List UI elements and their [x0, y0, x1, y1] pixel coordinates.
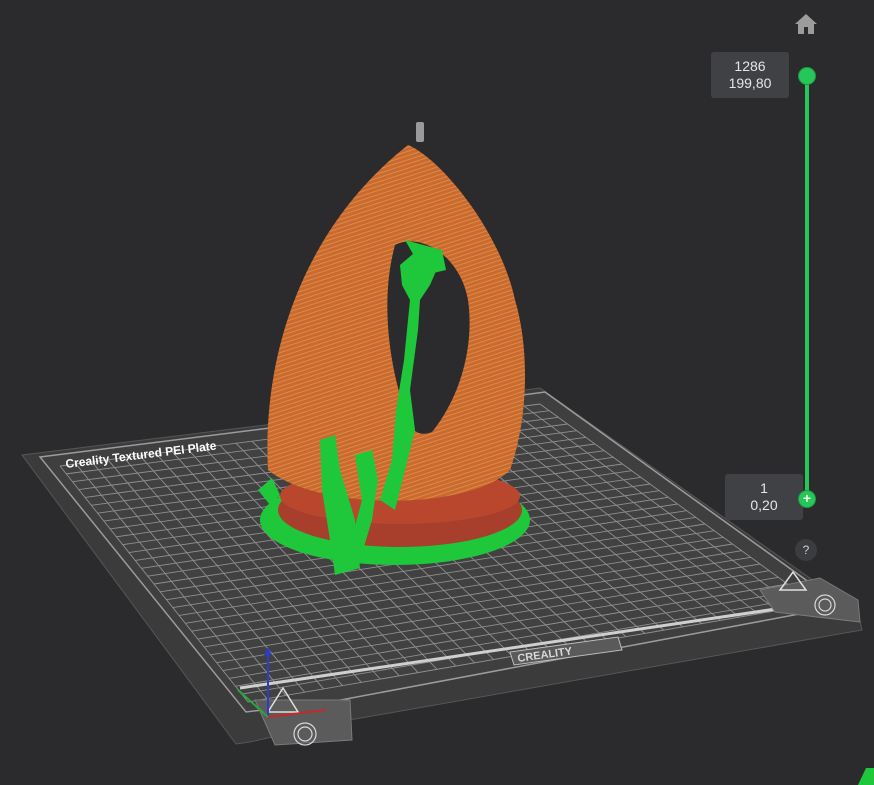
layer-slider-bottom-handle[interactable]: + — [798, 490, 816, 508]
3d-viewport[interactable]: Creality Textured PEI Plate CREALITY — [0, 0, 874, 785]
help-button[interactable]: ? — [795, 539, 817, 561]
bottom-layer-height: 0,20 — [750, 497, 778, 513]
sliced-model[interactable] — [258, 122, 530, 575]
home-icon — [795, 14, 817, 34]
top-layer-height: 199,80 — [728, 75, 772, 91]
layer-slider-track[interactable] — [805, 77, 809, 499]
bottom-layer-number: 1 — [760, 480, 768, 496]
top-layer-number: 1286 — [734, 58, 766, 74]
home-button[interactable] — [792, 10, 820, 38]
corner-indicator — [858, 768, 874, 785]
bottom-layer-label: 1 0,20 — [725, 474, 803, 520]
nozzle-marker — [416, 122, 424, 142]
top-layer-label: 1286 199,80 — [711, 52, 789, 98]
layer-slider-top-handle[interactable] — [798, 67, 816, 85]
